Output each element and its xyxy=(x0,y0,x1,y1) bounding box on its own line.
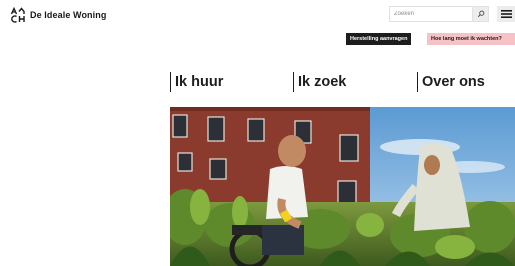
nav-item-ik-huur[interactable]: Ik huur xyxy=(170,72,223,92)
brand-name: De Ideale Woning xyxy=(30,10,107,20)
menu-button[interactable] xyxy=(497,6,515,22)
hero-image xyxy=(170,107,515,266)
main-nav: Ik huur Ik zoek Over ons xyxy=(170,72,515,92)
search-input[interactable] xyxy=(389,6,472,22)
hamburger-menu-icon xyxy=(500,10,512,18)
waiting-time-button[interactable]: Hoe lang moet ik wachten? xyxy=(427,33,515,45)
nav-item-ik-zoek[interactable]: Ik zoek xyxy=(293,72,346,92)
search-icon xyxy=(477,10,484,18)
search-button[interactable] xyxy=(472,6,489,22)
nav-item-over-ons[interactable]: Over ons xyxy=(417,72,485,92)
repair-request-button[interactable]: Herstelling aanvragen xyxy=(346,33,412,45)
brand-logo[interactable]: De Ideale Woning xyxy=(10,7,106,23)
search-bar xyxy=(389,6,489,22)
house-logo-icon xyxy=(10,7,25,23)
